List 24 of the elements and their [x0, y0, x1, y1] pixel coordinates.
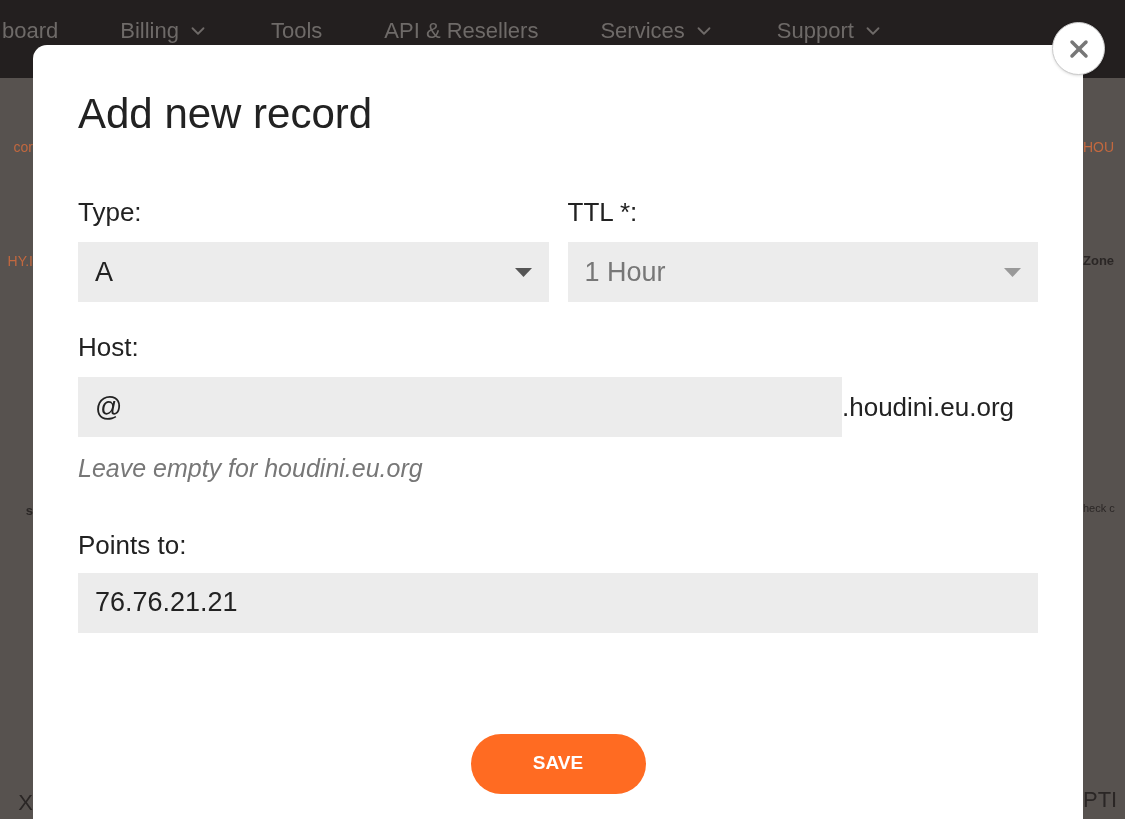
field-label: Type:: [78, 196, 143, 229]
nav-link[interactable]: Billing: [120, 14, 209, 47]
select-value: 1 Hour: [584, 255, 666, 289]
nav-link[interactable]: Support: [776, 14, 884, 47]
background-text: HY.I: [7, 252, 33, 268]
nav-link[interactable]: API & Resellers: [384, 14, 539, 47]
dialog-title: Add new record: [78, 93, 374, 135]
points-to-field[interactable]: 76.76.21.21: [78, 572, 1038, 633]
nav-link[interactable]: Tools: [271, 14, 323, 47]
background-text: HOU: [1083, 138, 1115, 154]
field-label: TTL *:: [567, 196, 639, 229]
select-value: A: [95, 255, 113, 289]
nav-link[interactable]: board: [2, 14, 59, 47]
field-label: Points to:: [78, 528, 188, 562]
save-button[interactable]: SAVE: [470, 733, 646, 794]
field-label: Host:: [78, 331, 140, 364]
caret-icon: [514, 267, 532, 277]
background-text: cor: [13, 138, 33, 154]
nav-link[interactable]: Services: [600, 14, 715, 47]
host-field[interactable]: @: [78, 377, 842, 437]
select-field[interactable]: A: [78, 242, 549, 302]
domain-suffix: .houdini.eu.org: [842, 390, 1015, 424]
hint-text: Leave empty for houdini.eu.org: [78, 453, 424, 484]
caret-icon: [1004, 267, 1021, 277]
